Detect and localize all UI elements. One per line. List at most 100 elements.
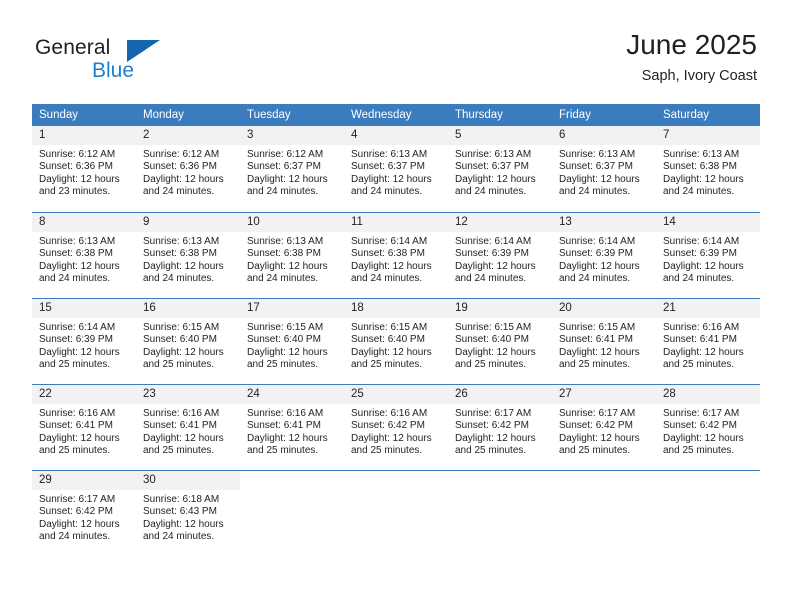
calendar-day-cell[interactable]: 25 Sunrise: 6:16 AM Sunset: 6:42 PM Dayligh…	[344, 384, 448, 470]
day-info-sunrise: Sunrise: 6:16 AM	[663, 322, 740, 333]
calendar-day-cell	[240, 470, 344, 556]
day-info-daylight-1: Daylight: 12 hours	[455, 173, 536, 185]
day-sun-info: Sunrise: 6:14 AM Sunset: 6:39 PM Daylight:…	[448, 232, 552, 286]
day-info-sunset: Sunset: 6:36 PM	[39, 161, 113, 173]
weekday-header-sunday: Sunday	[32, 104, 136, 126]
day-cell-inner: 10 Sunrise: 6:13 AM Sunset: 6:38 PM Dayligh…	[240, 212, 344, 298]
day-sun-info: Sunrise: 6:17 AM Sunset: 6:42 PM Daylight:…	[32, 490, 136, 544]
day-info-daylight-2: and 25 minutes.	[39, 359, 111, 371]
calendar-day-cell[interactable]: 14 Sunrise: 6:14 AM Sunset: 6:39 PM Dayligh…	[656, 212, 760, 298]
calendar-day-cell[interactable]: 10 Sunrise: 6:13 AM Sunset: 6:38 PM Dayligh…	[240, 212, 344, 298]
day-cell-inner: 12 Sunrise: 6:14 AM Sunset: 6:39 PM Dayligh…	[448, 212, 552, 298]
day-number: 29	[32, 471, 136, 490]
day-info-sunset: Sunset: 6:37 PM	[559, 161, 633, 173]
day-info-daylight-2: and 25 minutes.	[663, 359, 735, 371]
calendar-day-cell[interactable]: 22 Sunrise: 6:16 AM Sunset: 6:41 PM Dayligh…	[32, 384, 136, 470]
day-cell-inner	[552, 470, 656, 556]
calendar-day-cell[interactable]: 4 Sunrise: 6:13 AM Sunset: 6:37 PM Daylight…	[344, 126, 448, 212]
day-sun-info	[656, 490, 760, 494]
calendar-day-cell[interactable]: 18 Sunrise: 6:15 AM Sunset: 6:40 PM Dayligh…	[344, 298, 448, 384]
day-number: 22	[32, 385, 136, 404]
day-number: 11	[344, 213, 448, 232]
calendar-week-row: 15 Sunrise: 6:14 AM Sunset: 6:39 PM Dayligh…	[32, 298, 760, 384]
day-info-daylight-1: Daylight: 12 hours	[39, 260, 120, 272]
calendar-day-cell[interactable]: 12 Sunrise: 6:14 AM Sunset: 6:39 PM Dayligh…	[448, 212, 552, 298]
calendar-day-cell	[656, 470, 760, 556]
day-cell-inner	[240, 470, 344, 556]
calendar-day-cell[interactable]: 28 Sunrise: 6:17 AM Sunset: 6:42 PM Dayligh…	[656, 384, 760, 470]
day-cell-inner: 9 Sunrise: 6:13 AM Sunset: 6:38 PM Daylight…	[136, 212, 240, 298]
calendar-day-cell[interactable]: 15 Sunrise: 6:14 AM Sunset: 6:39 PM Dayligh…	[32, 298, 136, 384]
day-number: 18	[344, 299, 448, 318]
day-info-sunset: Sunset: 6:38 PM	[351, 248, 425, 260]
calendar-day-cell[interactable]: 8 Sunrise: 6:13 AM Sunset: 6:38 PM Daylight…	[32, 212, 136, 298]
weekday-header-monday: Monday	[136, 104, 240, 126]
calendar-day-cell[interactable]: 5 Sunrise: 6:13 AM Sunset: 6:37 PM Daylight…	[448, 126, 552, 212]
day-sun-info: Sunrise: 6:16 AM Sunset: 6:41 PM Daylight:…	[136, 404, 240, 458]
calendar-day-cell[interactable]: 13 Sunrise: 6:14 AM Sunset: 6:39 PM Dayligh…	[552, 212, 656, 298]
calendar-day-cell[interactable]: 30 Sunrise: 6:18 AM Sunset: 6:43 PM Dayligh…	[136, 470, 240, 556]
calendar-day-cell[interactable]: 19 Sunrise: 6:15 AM Sunset: 6:40 PM Dayligh…	[448, 298, 552, 384]
logo-word-general: General	[35, 36, 111, 59]
calendar-day-cell[interactable]: 16 Sunrise: 6:15 AM Sunset: 6:40 PM Dayligh…	[136, 298, 240, 384]
day-info-sunset: Sunset: 6:42 PM	[39, 506, 113, 518]
day-sun-info: Sunrise: 6:12 AM Sunset: 6:37 PM Daylight:…	[240, 145, 344, 199]
calendar-page: General Blue June 2025 Saph, Ivory Coast…	[0, 0, 792, 612]
day-info-sunset: Sunset: 6:40 PM	[351, 334, 425, 346]
calendar-day-cell[interactable]: 17 Sunrise: 6:15 AM Sunset: 6:40 PM Dayligh…	[240, 298, 344, 384]
day-info-sunrise: Sunrise: 6:14 AM	[559, 236, 636, 247]
calendar-week-row: 8 Sunrise: 6:13 AM Sunset: 6:38 PM Daylight…	[32, 212, 760, 298]
day-info-daylight-2: and 24 minutes.	[351, 273, 423, 285]
day-number: 2	[136, 126, 240, 145]
calendar-day-cell[interactable]: 27 Sunrise: 6:17 AM Sunset: 6:42 PM Dayligh…	[552, 384, 656, 470]
day-cell-inner: 21 Sunrise: 6:16 AM Sunset: 6:41 PM Dayligh…	[656, 298, 760, 384]
weekday-header-friday: Friday	[552, 104, 656, 126]
day-cell-inner: 2 Sunrise: 6:12 AM Sunset: 6:36 PM Daylight…	[136, 126, 240, 212]
calendar-day-cell[interactable]: 29 Sunrise: 6:17 AM Sunset: 6:42 PM Dayligh…	[32, 470, 136, 556]
day-info-sunrise: Sunrise: 6:13 AM	[455, 149, 532, 160]
calendar-day-cell[interactable]: 7 Sunrise: 6:13 AM Sunset: 6:38 PM Daylight…	[656, 126, 760, 212]
day-info-sunset: Sunset: 6:43 PM	[143, 506, 217, 518]
general-blue-logo[interactable]: General Blue	[35, 36, 255, 90]
calendar-day-cell[interactable]: 9 Sunrise: 6:13 AM Sunset: 6:38 PM Daylight…	[136, 212, 240, 298]
day-number: 24	[240, 385, 344, 404]
calendar-day-cell[interactable]: 3 Sunrise: 6:12 AM Sunset: 6:37 PM Daylight…	[240, 126, 344, 212]
day-number: 28	[656, 385, 760, 404]
calendar-day-cell[interactable]: 24 Sunrise: 6:16 AM Sunset: 6:41 PM Dayligh…	[240, 384, 344, 470]
day-info-daylight-1: Daylight: 12 hours	[663, 346, 744, 358]
day-sun-info	[344, 490, 448, 494]
day-info-daylight-2: and 25 minutes.	[143, 359, 215, 371]
day-info-daylight-1: Daylight: 12 hours	[39, 518, 120, 530]
calendar-day-cell[interactable]: 1 Sunrise: 6:12 AM Sunset: 6:36 PM Daylight…	[32, 126, 136, 212]
day-info-daylight-1: Daylight: 12 hours	[663, 432, 744, 444]
calendar-day-cell[interactable]: 26 Sunrise: 6:17 AM Sunset: 6:42 PM Dayligh…	[448, 384, 552, 470]
calendar-day-cell[interactable]: 20 Sunrise: 6:15 AM Sunset: 6:41 PM Dayligh…	[552, 298, 656, 384]
day-cell-inner: 29 Sunrise: 6:17 AM Sunset: 6:42 PM Dayligh…	[32, 470, 136, 556]
day-info-sunrise: Sunrise: 6:16 AM	[247, 408, 324, 419]
day-sun-info	[240, 490, 344, 494]
calendar-day-cell[interactable]: 21 Sunrise: 6:16 AM Sunset: 6:41 PM Dayligh…	[656, 298, 760, 384]
calendar-day-cell[interactable]: 2 Sunrise: 6:12 AM Sunset: 6:36 PM Daylight…	[136, 126, 240, 212]
day-info-sunrise: Sunrise: 6:17 AM	[455, 408, 532, 419]
day-cell-inner	[656, 470, 760, 556]
day-sun-info: Sunrise: 6:13 AM Sunset: 6:38 PM Daylight:…	[240, 232, 344, 286]
day-info-daylight-1: Daylight: 12 hours	[39, 432, 120, 444]
day-cell-inner: 23 Sunrise: 6:16 AM Sunset: 6:41 PM Dayligh…	[136, 384, 240, 470]
day-info-sunrise: Sunrise: 6:12 AM	[143, 149, 220, 160]
day-info-sunrise: Sunrise: 6:14 AM	[663, 236, 740, 247]
day-info-sunset: Sunset: 6:38 PM	[143, 248, 217, 260]
day-info-sunrise: Sunrise: 6:15 AM	[559, 322, 636, 333]
day-cell-inner: 25 Sunrise: 6:16 AM Sunset: 6:42 PM Dayligh…	[344, 384, 448, 470]
day-number: 4	[344, 126, 448, 145]
day-info-sunset: Sunset: 6:41 PM	[143, 420, 217, 432]
calendar-day-cell[interactable]: 6 Sunrise: 6:13 AM Sunset: 6:37 PM Daylight…	[552, 126, 656, 212]
day-info-sunset: Sunset: 6:42 PM	[351, 420, 425, 432]
day-info-daylight-2: and 24 minutes.	[143, 186, 215, 198]
day-info-daylight-1: Daylight: 12 hours	[351, 346, 432, 358]
day-info-daylight-2: and 25 minutes.	[143, 445, 215, 457]
day-cell-inner: 11 Sunrise: 6:14 AM Sunset: 6:38 PM Dayligh…	[344, 212, 448, 298]
calendar-day-cell[interactable]: 11 Sunrise: 6:14 AM Sunset: 6:38 PM Dayligh…	[344, 212, 448, 298]
day-info-daylight-1: Daylight: 12 hours	[455, 346, 536, 358]
day-sun-info: Sunrise: 6:16 AM Sunset: 6:41 PM Daylight:…	[656, 318, 760, 372]
calendar-day-cell[interactable]: 23 Sunrise: 6:16 AM Sunset: 6:41 PM Dayligh…	[136, 384, 240, 470]
